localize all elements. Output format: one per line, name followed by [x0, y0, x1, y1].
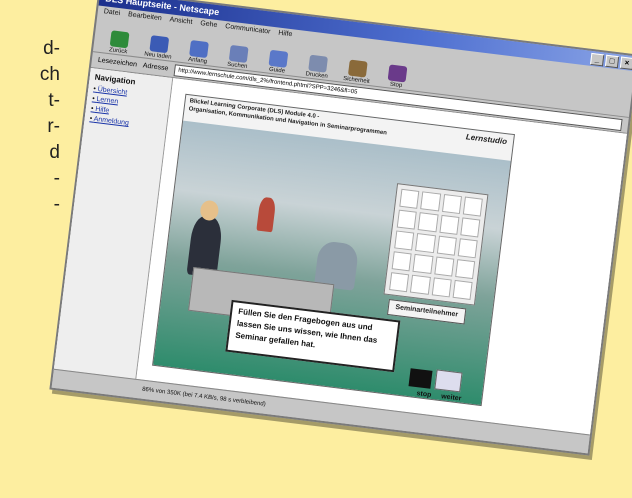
- article-fragment: d: [49, 142, 60, 163]
- article-fragment: -: [53, 168, 60, 189]
- bookmarks-button[interactable]: Lesezeichen: [97, 57, 137, 69]
- speech-bubble: Füllen Sie den Fragebogen aus und lassen…: [225, 299, 401, 373]
- home-icon: [189, 40, 209, 59]
- next-nav-label[interactable]: weiter: [441, 393, 462, 402]
- stop-icon: [387, 64, 408, 83]
- back-button[interactable]: Zurück: [103, 30, 136, 56]
- article-text-fragments: d- ch t- r- d - -: [0, 36, 60, 218]
- article-fragment: ch: [39, 64, 60, 85]
- lock-icon: [347, 59, 368, 78]
- close-icon[interactable]: ×: [619, 56, 632, 71]
- stop-nav-label[interactable]: stop: [416, 390, 432, 399]
- maximize-icon[interactable]: □: [604, 54, 620, 69]
- article-fragment: t-: [48, 90, 60, 111]
- learning-scene: Blickel Learning Corporate (DLS) Module …: [152, 93, 515, 407]
- minimize-icon[interactable]: _: [589, 52, 605, 67]
- guide-icon: [268, 49, 289, 68]
- main-frame: Blickel Learning Corporate (DLS) Module …: [136, 78, 627, 436]
- article-fragment: -: [53, 194, 60, 215]
- address-label: Adresse: [142, 62, 169, 73]
- browser-window: DLS Hauptseite - Netscape _ □ × Datei Be…: [49, 0, 632, 456]
- search-icon: [228, 44, 249, 63]
- print-icon: [308, 54, 329, 73]
- reload-button[interactable]: Neu laden: [143, 34, 176, 61]
- search-button[interactable]: Suchen: [222, 44, 255, 70]
- reload-icon: [149, 35, 170, 54]
- background-figure: [256, 196, 277, 233]
- article-fragment: d-: [43, 38, 60, 59]
- menu-item-gehe[interactable]: Gehe: [199, 18, 218, 32]
- home-button[interactable]: Anfang: [182, 39, 215, 65]
- stop-button[interactable]: Stop: [381, 64, 414, 90]
- article-fragment: r-: [47, 116, 60, 137]
- menu-item-hilfe[interactable]: Hilfe: [278, 28, 293, 42]
- menu-item-datei[interactable]: Datei: [103, 6, 121, 20]
- stop-nav-icon[interactable]: [408, 368, 433, 389]
- back-arrow-icon: [109, 30, 130, 49]
- security-button[interactable]: Sicherheit: [341, 59, 374, 85]
- print-button[interactable]: Drucken: [301, 54, 334, 80]
- scene-nav-labels: stop weiter: [416, 390, 462, 402]
- guide-button[interactable]: Guide: [262, 49, 295, 75]
- next-nav-icon[interactable]: [434, 369, 463, 393]
- participant-board: [383, 183, 489, 306]
